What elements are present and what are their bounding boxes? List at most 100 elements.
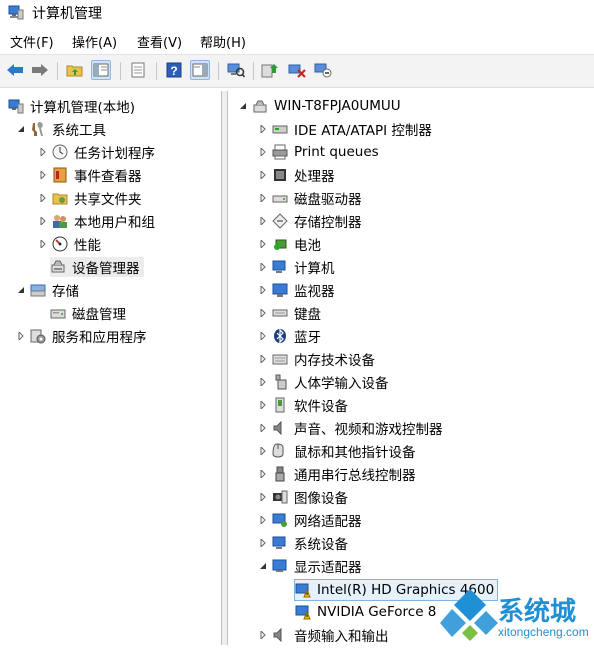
collapse-arrow-icon[interactable] <box>238 101 248 111</box>
expand-arrow-icon[interactable] <box>258 630 268 640</box>
menu-action[interactable]: 操作(A) <box>72 32 117 51</box>
expand-arrow-icon[interactable] <box>258 147 268 157</box>
hid-icon <box>275 374 287 390</box>
device-label: 鼠标和其他指针设备 <box>294 445 416 461</box>
device-category-computer[interactable]: 计算机 <box>258 257 335 277</box>
svg-text:?: ? <box>170 64 177 78</box>
device-category-storage-controllers[interactable]: 存储控制器 <box>258 211 362 231</box>
expand-arrow-icon[interactable] <box>258 170 268 180</box>
expand-arrow-icon[interactable] <box>38 147 48 157</box>
expand-arrow-icon[interactable] <box>258 262 268 272</box>
disable-device-icon[interactable] <box>313 60 333 80</box>
tree-node-event-viewer[interactable]: 事件查看器 <box>38 165 142 185</box>
device-category-print-queues[interactable]: Print queues <box>258 142 379 162</box>
show-hide-tree-icon[interactable] <box>91 60 111 80</box>
device-nvidia-geforce[interactable]: NVIDIA GeForce 8 <box>295 602 436 622</box>
memory-icon <box>272 354 288 365</box>
action-pane-icon[interactable] <box>190 60 210 80</box>
title-bar: 计算机管理 <box>0 0 594 28</box>
tree-node-root[interactable]: 计算机管理(本地) <box>8 96 135 116</box>
expand-arrow-icon[interactable] <box>258 469 268 479</box>
system-device-icon <box>272 536 286 549</box>
device-category-sound-video-game[interactable]: 声音、视频和游戏控制器 <box>258 418 443 438</box>
device-category-audio-io[interactable]: 音频输入和输出 <box>258 625 389 645</box>
tree-label: 任务计划程序 <box>74 146 155 162</box>
menu-help[interactable]: 帮助(H) <box>200 32 246 51</box>
forward-icon[interactable] <box>30 60 50 80</box>
expand-arrow-icon[interactable] <box>16 331 26 341</box>
device-tree-pane[interactable]: WIN-T8FPJA0UMUU IDE ATA/ATAPI 控制器 Print q… <box>228 91 594 645</box>
expand-arrow-icon[interactable] <box>258 377 268 387</box>
back-icon[interactable] <box>5 60 25 80</box>
menu-view[interactable]: 查看(V) <box>137 32 182 51</box>
up-folder-icon[interactable] <box>65 60 85 80</box>
console-tree-pane[interactable]: 计算机管理(本地) 系统工具 任务计划程序 事件查看器 共享文件夹 本地用户和组… <box>0 91 222 645</box>
expand-arrow-icon[interactable] <box>38 216 48 226</box>
device-category-software-devices[interactable]: 软件设备 <box>258 395 348 415</box>
expand-arrow-icon[interactable] <box>258 354 268 364</box>
device-category-imaging[interactable]: 图像设备 <box>258 487 348 507</box>
device-label: 显示适配器 <box>294 560 362 576</box>
expand-arrow-icon[interactable] <box>258 423 268 433</box>
expand-arrow-icon[interactable] <box>258 216 268 226</box>
device-category-keyboards[interactable]: 键盘 <box>258 303 321 323</box>
device-category-display-adapters[interactable]: 显示适配器 <box>258 556 362 576</box>
device-category-mice[interactable]: 鼠标和其他指针设备 <box>258 441 416 461</box>
scan-hardware-icon[interactable] <box>226 60 246 80</box>
expand-arrow-icon[interactable] <box>258 492 268 502</box>
device-manager-icon <box>51 260 65 273</box>
expand-arrow-icon[interactable] <box>258 124 268 134</box>
menu-file[interactable]: 文件(F) <box>10 32 54 51</box>
device-category-system-devices[interactable]: 系统设备 <box>258 533 348 553</box>
device-category-network-adapters[interactable]: 网络适配器 <box>258 510 362 530</box>
tree-node-services-apps[interactable]: 服务和应用程序 <box>16 326 147 346</box>
help-icon[interactable]: ? <box>164 60 184 80</box>
computer-icon <box>253 100 267 113</box>
expand-arrow-icon[interactable] <box>258 538 268 548</box>
collapse-arrow-icon[interactable] <box>16 124 26 134</box>
device-category-disk-drives[interactable]: 磁盘驱动器 <box>258 188 362 208</box>
expand-arrow-icon[interactable] <box>38 193 48 203</box>
tree-node-local-users[interactable]: 本地用户和组 <box>38 211 155 231</box>
device-tree-root[interactable]: WIN-T8FPJA0UMUU <box>238 96 401 116</box>
device-category-ide-controller[interactable]: IDE ATA/ATAPI 控制器 <box>258 119 432 139</box>
expand-arrow-icon[interactable] <box>258 193 268 203</box>
tree-node-device-manager[interactable]: 设备管理器 <box>50 257 144 277</box>
expand-arrow-icon[interactable] <box>258 285 268 295</box>
toolbar-separator <box>120 62 121 80</box>
tree-node-task-scheduler[interactable]: 任务计划程序 <box>38 142 155 162</box>
expand-arrow-icon[interactable] <box>258 400 268 410</box>
expand-arrow-icon[interactable] <box>258 239 268 249</box>
tree-node-storage[interactable]: 存储 <box>16 280 79 300</box>
device-category-hid[interactable]: 人体学输入设备 <box>258 372 389 392</box>
expand-arrow-icon[interactable] <box>38 170 48 180</box>
tree-node-performance[interactable]: 性能 <box>38 234 101 254</box>
uninstall-device-icon[interactable] <box>287 60 307 80</box>
properties-icon[interactable] <box>128 60 148 80</box>
collapse-arrow-icon[interactable] <box>16 285 26 295</box>
tree-node-shared-folders[interactable]: 共享文件夹 <box>38 188 142 208</box>
device-category-monitors[interactable]: 监视器 <box>258 280 335 300</box>
computer-name: WIN-T8FPJA0UMUU <box>274 98 401 114</box>
device-label: 音频输入和输出 <box>294 629 389 645</box>
device-category-bluetooth[interactable]: 蓝牙 <box>258 326 321 346</box>
computer-icon <box>272 260 286 273</box>
collapse-arrow-icon[interactable] <box>258 561 268 571</box>
device-category-memory-tech[interactable]: 内存技术设备 <box>258 349 375 369</box>
device-category-usb-controllers[interactable]: 通用串行总线控制器 <box>258 464 416 484</box>
expand-arrow-icon[interactable] <box>258 446 268 456</box>
expand-arrow-icon[interactable] <box>258 515 268 525</box>
tree-node-system-tools[interactable]: 系统工具 <box>16 119 106 139</box>
expand-arrow-icon[interactable] <box>258 308 268 318</box>
tree-label: 服务和应用程序 <box>52 330 147 346</box>
device-label: 电池 <box>294 238 321 254</box>
update-driver-icon[interactable] <box>260 60 280 80</box>
expand-arrow-icon[interactable] <box>38 239 48 249</box>
keyboard-icon <box>272 309 288 317</box>
processor-icon <box>274 169 286 181</box>
disk-drive-icon <box>272 195 288 203</box>
tree-node-disk-management[interactable]: 磁盘管理 <box>50 303 126 323</box>
expand-arrow-icon[interactable] <box>258 331 268 341</box>
device-category-batteries[interactable]: 电池 <box>258 234 321 254</box>
device-category-processors[interactable]: 处理器 <box>258 165 335 185</box>
